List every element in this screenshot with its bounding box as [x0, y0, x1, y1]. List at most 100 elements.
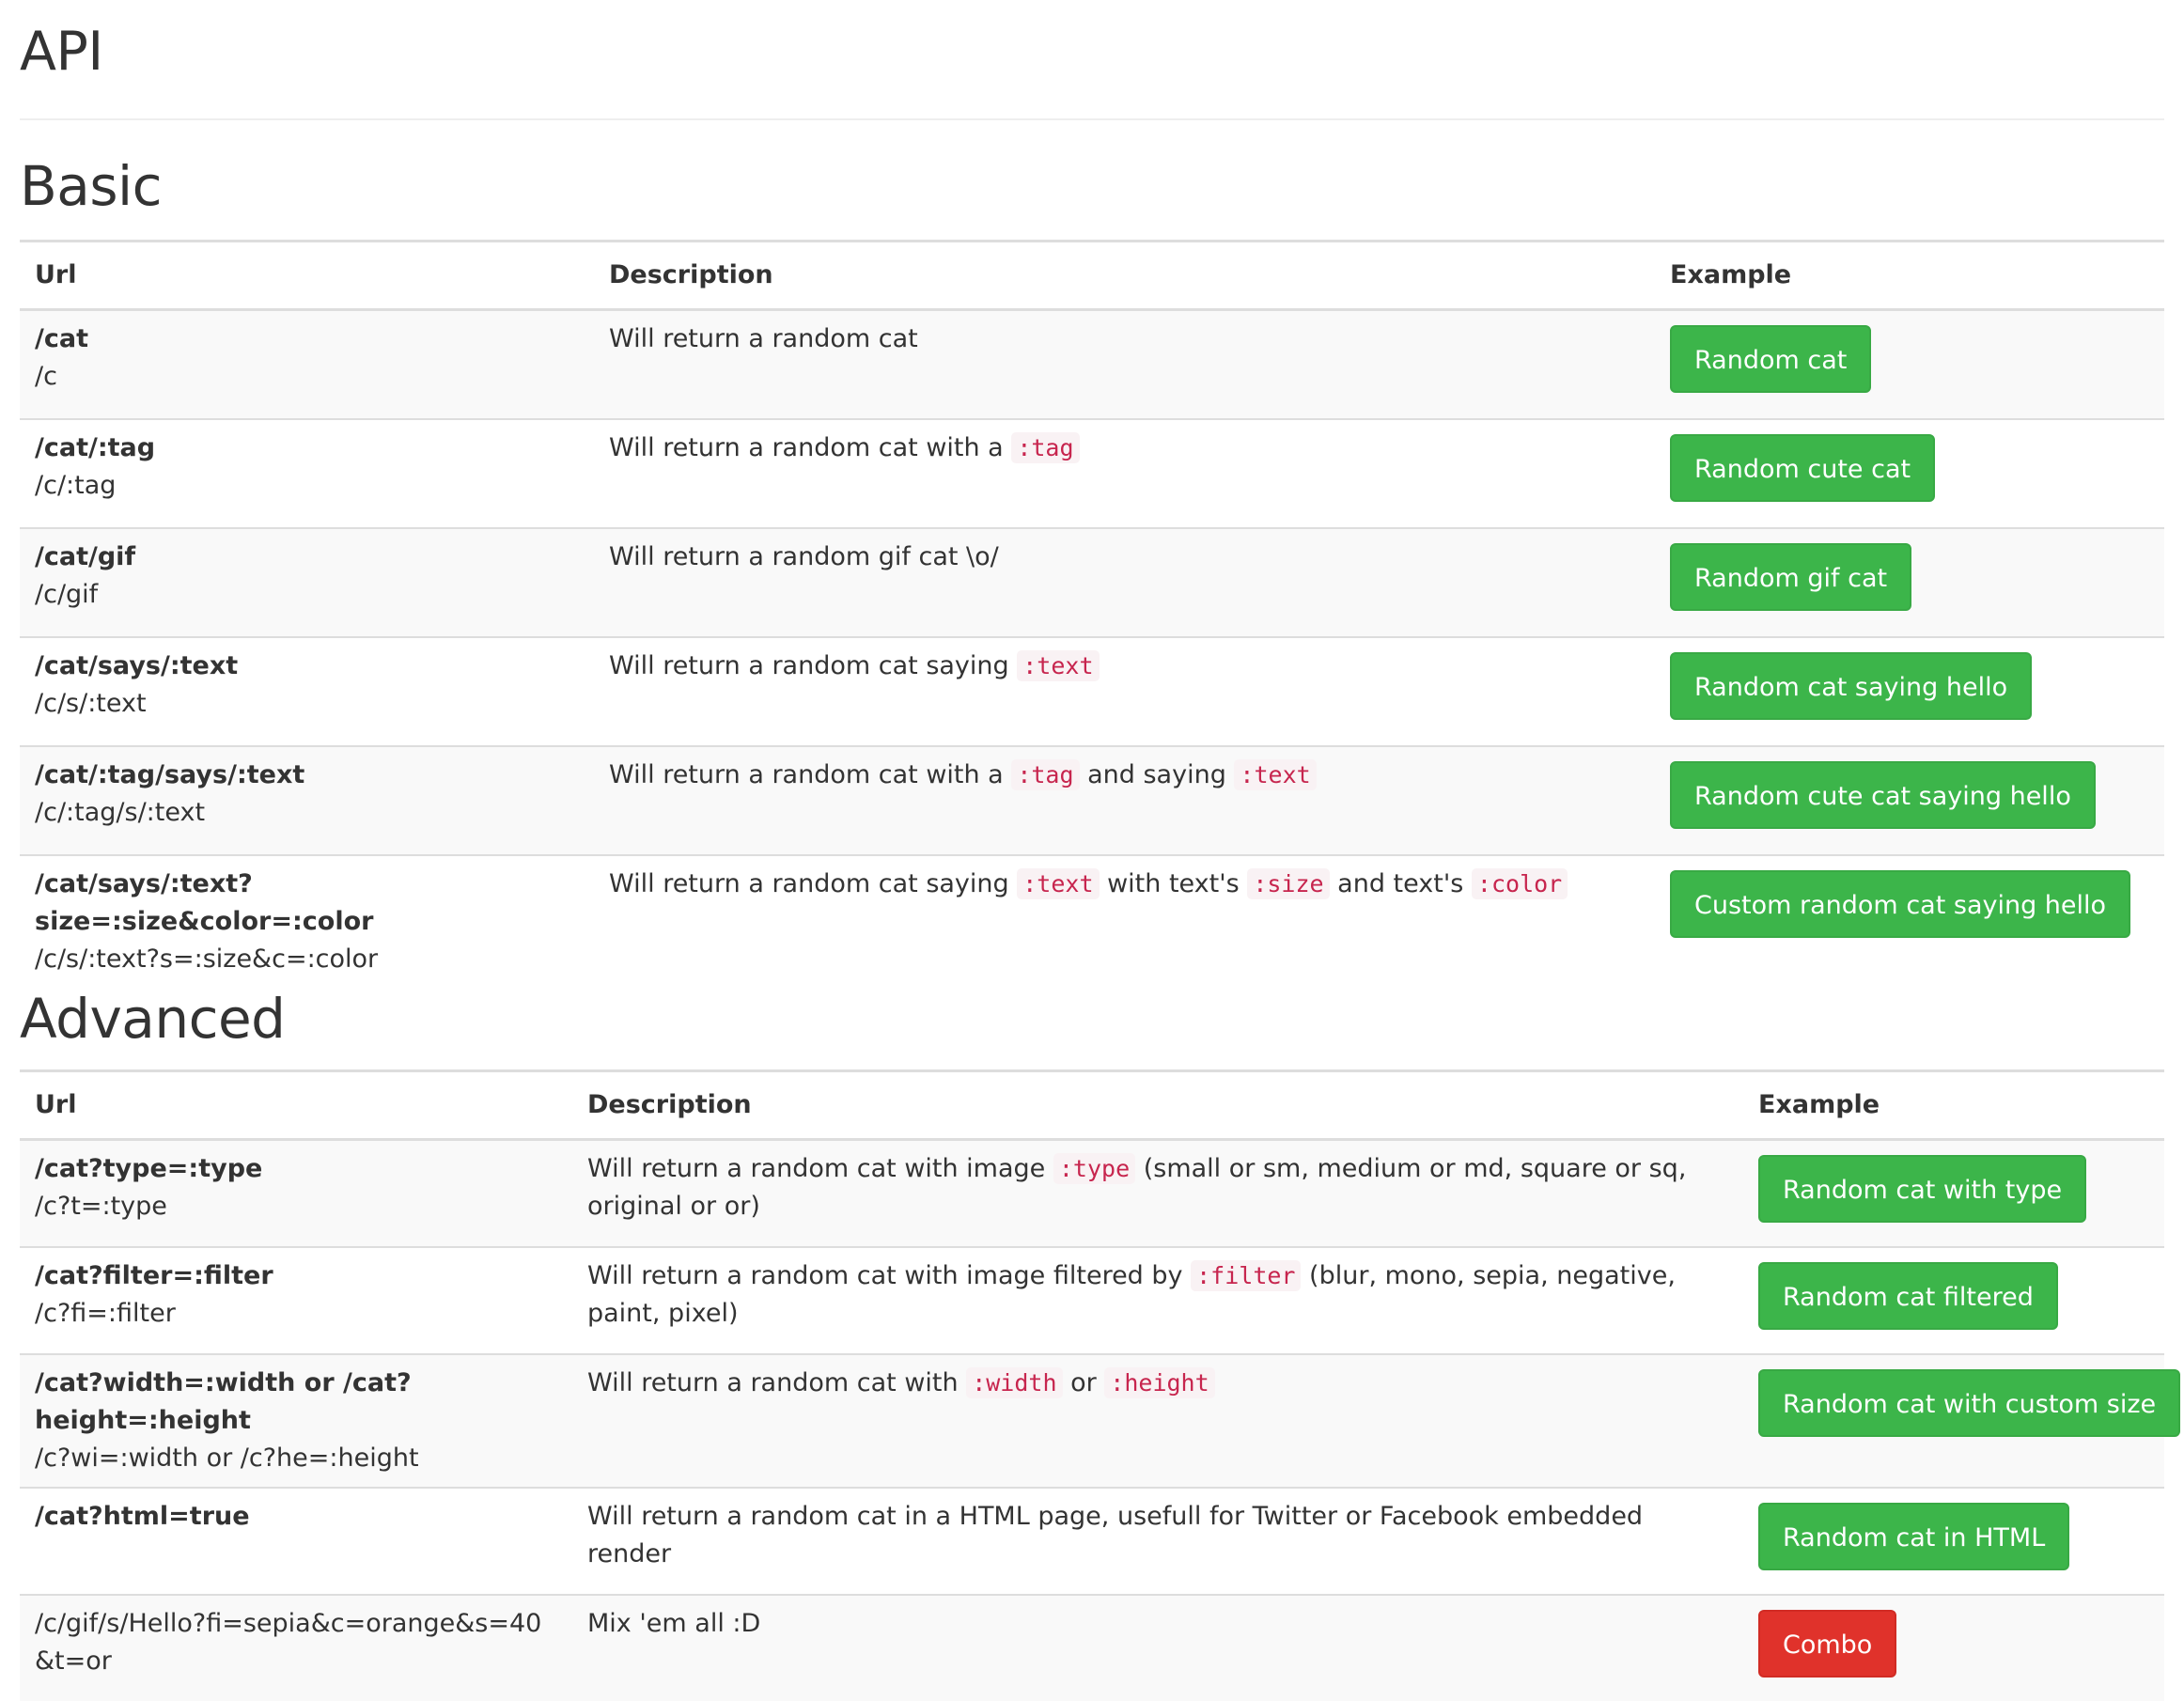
endpoint-url: /cat?width=:width or /cat?height=:height — [35, 1368, 412, 1435]
example-button[interactable]: Random cat with type — [1758, 1155, 2087, 1223]
endpoint-url: /cat/gif — [35, 542, 136, 571]
param-code: :height — [1104, 1367, 1215, 1398]
table-row: /cat?width=:width or /cat?height=:height… — [20, 1353, 2181, 1488]
advanced-section-title: Advanced — [20, 987, 286, 1051]
table-row: /c/gif/s/Hello?fi=sepia&c=orange&s=40&t=… — [20, 1594, 2164, 1701]
description-cell: Will return a random cat with a :tag and… — [594, 745, 1655, 855]
endpoint-short-url: /c/s/:text?s=:size&c=:color — [35, 944, 379, 974]
description-text: Will return a random cat with a — [609, 433, 1012, 462]
example-button[interactable]: Random cute cat saying hello — [1670, 761, 2096, 829]
example-button[interactable]: Random cat in HTML — [1758, 1503, 2070, 1570]
endpoint-url: /cat/says/:text — [35, 651, 239, 680]
table-row: /cat?type=:type/c?t=:type Will return a r… — [20, 1139, 2164, 1247]
basic-api-table: Url Description Example /cat/c Will retur… — [20, 240, 2164, 988]
example-button[interactable]: Random cat with custom size — [1758, 1369, 2181, 1437]
url-cell: /cat?type=:type/c?t=:type — [20, 1139, 572, 1247]
description-text: Will return a random cat with image — [587, 1154, 1053, 1183]
example-cell: Random cute cat — [1655, 418, 2164, 528]
endpoint-short-url: /c/gif — [35, 580, 99, 609]
example-cell: Random cat with custom size — [1743, 1353, 2181, 1488]
endpoint-url: /cat/says/:text?size=:size&color=:color — [35, 869, 374, 936]
table-row: /cat/gif/c/gif Will return a random gif c… — [20, 527, 2164, 637]
table-row: /cat/says/:text/c/s/:text Will return a r… — [20, 636, 2164, 746]
description-cell: Will return a random cat saying :text — [594, 636, 1655, 746]
description-cell: Will return a random gif cat \o/ — [594, 527, 1655, 637]
endpoint-short-url: /c?t=:type — [35, 1192, 167, 1221]
param-code: :tag — [1011, 432, 1080, 463]
endpoint-short-url: /c — [35, 362, 57, 391]
url-column-header: Url — [20, 1069, 572, 1141]
table-row: /cat/says/:text?size=:size&color=:color /… — [20, 854, 2164, 988]
basic-section-title: Basic — [20, 154, 163, 218]
table-row: /cat/:tag/c/:tag Will return a random cat… — [20, 418, 2164, 528]
example-button[interactable]: Random gif cat — [1670, 543, 1912, 611]
description-text: Will return a random cat saying — [609, 869, 1018, 898]
description-text: Will return a random cat with a — [609, 760, 1012, 789]
description-cell: Will return a random cat with a :tag — [594, 418, 1655, 528]
description-text: Will return a random cat with image filt… — [587, 1261, 1192, 1290]
title-divider — [20, 118, 2164, 120]
advanced-api-table: Url Description Example /cat?type=:type /… — [20, 1069, 2181, 1701]
description-text: Mix 'em all :D — [587, 1609, 761, 1638]
table-row: /cat?filter=:filter/c?fi=:filter Will ret… — [20, 1246, 2164, 1354]
example-column-header: Example — [1655, 240, 2164, 311]
description-column-header: Description — [572, 1069, 1743, 1141]
description-cell: Will return a random cat in a HTML page,… — [572, 1487, 1743, 1595]
endpoint-short-url: /c/s/:text — [35, 689, 147, 718]
description-cell: Mix 'em all :D — [572, 1594, 1743, 1701]
url-cell: /cat/gif/c/gif — [20, 527, 594, 637]
endpoint-url: /cat — [35, 324, 88, 353]
example-button[interactable]: Combo — [1758, 1610, 1897, 1678]
endpoint-short-url: /c/gif/s/Hello?fi=sepia&c=orange&s=40&t=… — [35, 1609, 542, 1676]
description-text: Will return a random cat saying — [609, 651, 1018, 680]
param-code: :filter — [1191, 1260, 1302, 1291]
param-code: :color — [1471, 868, 1568, 899]
description-text: or — [1062, 1368, 1105, 1397]
url-cell: /cat?html=true — [20, 1487, 572, 1595]
table-header-row: Url Description Example — [20, 1069, 2164, 1141]
url-cell: /cat?filter=:filter/c?fi=:filter — [20, 1246, 572, 1354]
example-cell: Random cat with type — [1743, 1139, 2164, 1247]
url-column-header: Url — [20, 240, 594, 311]
endpoint-url: /cat/:tag/says/:text — [35, 760, 305, 789]
url-cell: /cat/says/:text?size=:size&color=:color /… — [20, 854, 594, 988]
param-code: :type — [1053, 1153, 1136, 1184]
description-text: with text's — [1099, 869, 1248, 898]
url-cell: /cat/:tag/says/:text/c/:tag/s/:text — [20, 745, 594, 855]
example-cell: Random cat saying hello — [1655, 636, 2164, 746]
url-cell: /c/gif/s/Hello?fi=sepia&c=orange&s=40&t=… — [20, 1594, 572, 1701]
url-cell: /cat/says/:text/c/s/:text — [20, 636, 594, 746]
example-button[interactable]: Random cat filtered — [1758, 1262, 2058, 1330]
endpoint-short-url: /c?fi=:filter — [35, 1299, 176, 1328]
description-text: and saying — [1079, 760, 1235, 789]
example-cell: Random gif cat — [1655, 527, 2164, 637]
description-column-header: Description — [594, 240, 1655, 311]
example-button[interactable]: Custom random cat saying hello — [1670, 870, 2131, 938]
description-text: Will return a random cat in a HTML page,… — [587, 1502, 1651, 1568]
url-cell: /cat?width=:width or /cat?height=:height… — [20, 1353, 572, 1488]
description-cell: Will return a random cat with image filt… — [572, 1246, 1743, 1354]
example-button[interactable]: Random cat — [1670, 325, 1872, 393]
endpoint-url: /cat?filter=:filter — [35, 1261, 273, 1290]
example-cell: Random cat — [1655, 309, 2164, 419]
param-code: :size — [1247, 868, 1330, 899]
description-cell: Will return a random cat saying :text wi… — [594, 854, 1655, 988]
endpoint-short-url: /c/:tag/s/:text — [35, 798, 206, 827]
endpoint-short-url: /c/:tag — [35, 471, 117, 500]
description-text: Will return a random cat with — [587, 1368, 967, 1397]
example-cell: Random cat filtered — [1743, 1246, 2164, 1354]
example-column-header: Example — [1743, 1069, 2164, 1141]
example-cell: Combo — [1743, 1594, 2164, 1701]
param-code: :text — [1017, 650, 1100, 681]
example-button[interactable]: Random cat saying hello — [1670, 652, 2033, 720]
description-cell: Will return a random cat with image :typ… — [572, 1139, 1743, 1247]
table-row: /cat/:tag/says/:text/c/:tag/s/:text Will … — [20, 745, 2164, 855]
table-header-row: Url Description Example — [20, 240, 2164, 311]
table-row: /cat?html=true Will return a random cat i… — [20, 1487, 2164, 1595]
endpoint-url: /cat/:tag — [35, 433, 156, 462]
example-cell: Custom random cat saying hello — [1655, 854, 2164, 988]
endpoint-short-url: /c?wi=:width or /c?he=:height — [35, 1444, 419, 1473]
param-code: :text — [1017, 868, 1100, 899]
example-button[interactable]: Random cute cat — [1670, 434, 1936, 502]
param-code: :tag — [1011, 759, 1080, 790]
